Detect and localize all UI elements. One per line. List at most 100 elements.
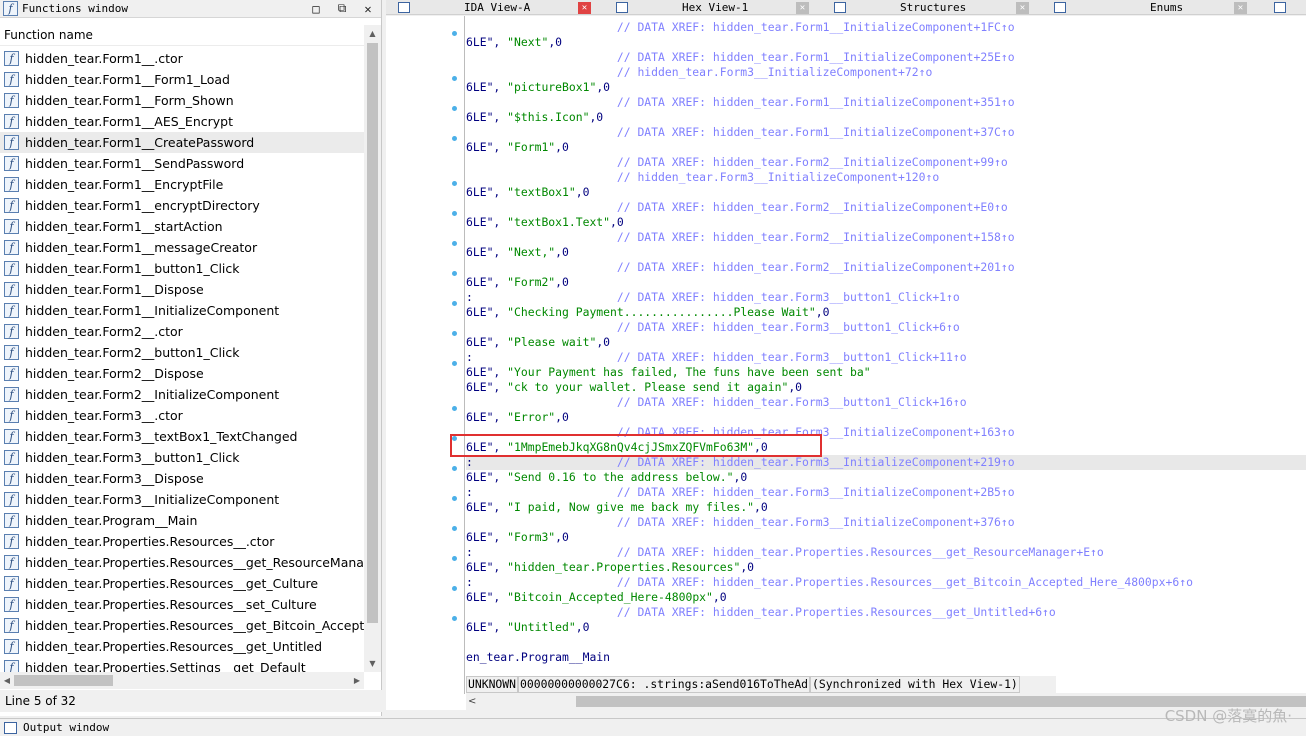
close-icon[interactable]: ✕: [1016, 1, 1029, 14]
disasm-line[interactable]: 6LE", "hidden_tear.Properties.Resources"…: [466, 560, 1306, 575]
breakpoint-marker[interactable]: [452, 466, 457, 471]
function-list-item[interactable]: f hidden_tear.Properties.Resources__get_U…: [0, 636, 364, 657]
scroll-left-icon[interactable]: ◀: [0, 672, 14, 689]
close-icon[interactable]: ✕: [355, 2, 381, 16]
disasm-line[interactable]: // DATA XREF: hidden_tear.Form1__Initial…: [466, 50, 1306, 65]
breakpoint-marker[interactable]: [452, 31, 457, 36]
disassembly-listing[interactable]: // DATA XREF: hidden_tear.Form1__Initial…: [466, 16, 1306, 678]
function-list-item[interactable]: f hidden_tear.Form1__startAction: [0, 216, 364, 237]
disasm-line[interactable]: 6LE", "Form2",0: [466, 275, 1306, 290]
function-list-item[interactable]: f hidden_tear.Form1__encryptDirectory: [0, 195, 364, 216]
disasm-line[interactable]: // DATA XREF: hidden_tear.Form3__button1…: [466, 395, 1306, 410]
scroll-down-icon[interactable]: ▼: [364, 655, 381, 672]
function-list-item[interactable]: f hidden_tear.Form1__messageCreator: [0, 237, 364, 258]
disasm-line[interactable]: // DATA XREF: hidden_tear.Form1__Initial…: [466, 95, 1306, 110]
function-list-item[interactable]: f hidden_tear.Form1__EncryptFile: [0, 174, 364, 195]
disasm-line[interactable]: // DATA XREF: hidden_tear.Form1__Initial…: [466, 20, 1306, 35]
disasm-line[interactable]: : // DATA XREF: hidden_tear.Form3__Initi…: [466, 485, 1306, 500]
disasm-line[interactable]: 6LE", "$this.Icon",0: [466, 110, 1306, 125]
close-icon[interactable]: ✕: [578, 1, 591, 14]
function-list-item[interactable]: f hidden_tear.Properties.Resources__.ctor: [0, 531, 364, 552]
disasm-line[interactable]: 6LE", "Bitcoin_Accepted_Here-4800px",0: [466, 590, 1306, 605]
function-list-item[interactable]: f hidden_tear.Properties.Resources__get_B…: [0, 615, 364, 636]
function-list-item[interactable]: f hidden_tear.Form2__InitializeComponent: [0, 384, 364, 405]
disasm-line[interactable]: // DATA XREF: hidden_tear.Form2__Initial…: [466, 260, 1306, 275]
breakpoint-marker[interactable]: [452, 496, 457, 501]
disasm-line[interactable]: 6LE", "ck to your wallet. Please send it…: [466, 380, 1306, 395]
tab-ida-view-a[interactable]: IDA View-A ✕: [464, 0, 594, 15]
restore-icon[interactable]: ⧉: [329, 1, 355, 16]
disasm-line[interactable]: 6LE", "Next,",0: [466, 245, 1306, 260]
scroll-up-icon[interactable]: ▲: [364, 25, 381, 42]
breakpoint-marker[interactable]: [452, 271, 457, 276]
function-list-item[interactable]: f hidden_tear.Form2__.ctor: [0, 321, 364, 342]
breakpoint-marker[interactable]: [452, 301, 457, 306]
disasm-line[interactable]: // hidden_tear.Form3__InitializeComponen…: [466, 170, 1306, 185]
breakpoint-marker[interactable]: [452, 136, 457, 141]
breakpoint-marker[interactable]: [452, 616, 457, 621]
tab-structures[interactable]: Structures ✕: [834, 0, 1029, 15]
breakpoint-marker[interactable]: [452, 526, 457, 531]
horizontal-scrollbar[interactable]: ◀ ▶: [0, 672, 364, 689]
scrollbar-thumb[interactable]: [14, 675, 113, 686]
disasm-line[interactable]: : // DATA XREF: hidden_tear.Form3__Initi…: [466, 455, 1306, 470]
disasm-line[interactable]: 6LE", "Send 0.16 to the address below.",…: [466, 470, 1306, 485]
disasm-line[interactable]: // DATA XREF: hidden_tear.Form3__Initial…: [466, 515, 1306, 530]
function-list-item[interactable]: f hidden_tear.Form1__button1_Click: [0, 258, 364, 279]
function-list-item[interactable]: f hidden_tear.Form1__.ctor: [0, 48, 364, 69]
function-list-item[interactable]: f hidden_tear.Form1__InitializeComponent: [0, 300, 364, 321]
vertical-scrollbar[interactable]: ▲ ▼: [364, 25, 381, 672]
disasm-line[interactable]: 6LE", "textBox1.Text",0: [466, 215, 1306, 230]
breakpoint-marker[interactable]: [452, 181, 457, 186]
disasm-line[interactable]: 6LE", "Next",0: [466, 35, 1306, 50]
disasm-line[interactable]: 6LE", "Form3",0: [466, 530, 1306, 545]
function-list-item[interactable]: f hidden_tear.Form1__Form1_Load: [0, 69, 364, 90]
tab-graph-overview-icon[interactable]: [398, 0, 414, 15]
function-list-item[interactable]: f hidden_tear.Form2__button1_Click: [0, 342, 364, 363]
disasm-line[interactable]: 6LE", "Untitled",0: [466, 620, 1306, 635]
breakpoint-marker[interactable]: [452, 76, 457, 81]
disasm-line[interactable]: en_tear.Program__Main: [466, 650, 1306, 665]
breakpoint-marker[interactable]: [452, 106, 457, 111]
column-header-function-name[interactable]: Function name: [0, 25, 364, 46]
function-list-item[interactable]: f hidden_tear.Properties.Settings__get_De…: [0, 657, 364, 672]
scroll-left-icon[interactable]: <: [468, 693, 476, 710]
function-list-item[interactable]: f hidden_tear.Form1__CreatePassword: [0, 132, 364, 153]
disasm-line[interactable]: 6LE", "Please wait",0: [466, 335, 1306, 350]
disasm-line[interactable]: // DATA XREF: hidden_tear.Form2__Initial…: [466, 155, 1306, 170]
breakpoint-marker[interactable]: [452, 361, 457, 366]
maximize-icon[interactable]: □: [303, 2, 329, 16]
scroll-right-icon[interactable]: ▶: [350, 672, 364, 689]
breakpoint-marker[interactable]: [452, 211, 457, 216]
function-list-item[interactable]: f hidden_tear.Program__Main: [0, 510, 364, 531]
breakpoint-marker[interactable]: [452, 586, 457, 591]
disasm-line[interactable]: 6LE", "Your Payment has failed, The funs…: [466, 365, 1306, 380]
breakpoint-marker[interactable]: [452, 331, 457, 336]
disasm-line[interactable]: 6LE", "pictureBox1",0: [466, 80, 1306, 95]
scrollbar-thumb[interactable]: [367, 43, 378, 623]
disasm-line[interactable]: // DATA XREF: hidden_tear.Properties.Res…: [466, 605, 1306, 620]
function-list-item[interactable]: f hidden_tear.Form3__Dispose: [0, 468, 364, 489]
function-list-item[interactable]: f hidden_tear.Properties.Resources__set_C…: [0, 594, 364, 615]
disasm-line[interactable]: 6LE", "I paid, Now give me back my files…: [466, 500, 1306, 515]
function-list-item[interactable]: f hidden_tear.Form1__Form_Shown: [0, 90, 364, 111]
disasm-line[interactable]: : // DATA XREF: hidden_tear.Properties.R…: [466, 545, 1306, 560]
disasm-line[interactable]: // DATA XREF: hidden_tear.Form1__Initial…: [466, 125, 1306, 140]
disasm-line[interactable]: [466, 635, 1306, 650]
tab-enums[interactable]: Enums ✕: [1054, 0, 1249, 15]
function-list-item[interactable]: f hidden_tear.Form3__button1_Click: [0, 447, 364, 468]
function-list-item[interactable]: f hidden_tear.Form3__textBox1_TextChanged: [0, 426, 364, 447]
breakpoint-marker[interactable]: [452, 406, 457, 411]
disasm-line[interactable]: 6LE", "Form1",0: [466, 140, 1306, 155]
disasm-line[interactable]: 6LE", "textBox1",0: [466, 185, 1306, 200]
function-list-item[interactable]: f hidden_tear.Form3__InitializeComponent: [0, 489, 364, 510]
disasm-line[interactable]: : // DATA XREF: hidden_tear.Properties.R…: [466, 575, 1306, 590]
disasm-line[interactable]: 6LE", "Error",0: [466, 410, 1306, 425]
function-list-item[interactable]: f hidden_tear.Properties.Resources__get_C…: [0, 573, 364, 594]
function-list-item[interactable]: f hidden_tear.Form2__Dispose: [0, 363, 364, 384]
function-list-item[interactable]: f hidden_tear.Form1__Dispose: [0, 279, 364, 300]
breakpoint-marker[interactable]: [452, 241, 457, 246]
close-icon[interactable]: ✕: [796, 1, 809, 14]
disasm-line[interactable]: // DATA XREF: hidden_tear.Form2__Initial…: [466, 200, 1306, 215]
close-icon[interactable]: ✕: [1234, 1, 1247, 14]
